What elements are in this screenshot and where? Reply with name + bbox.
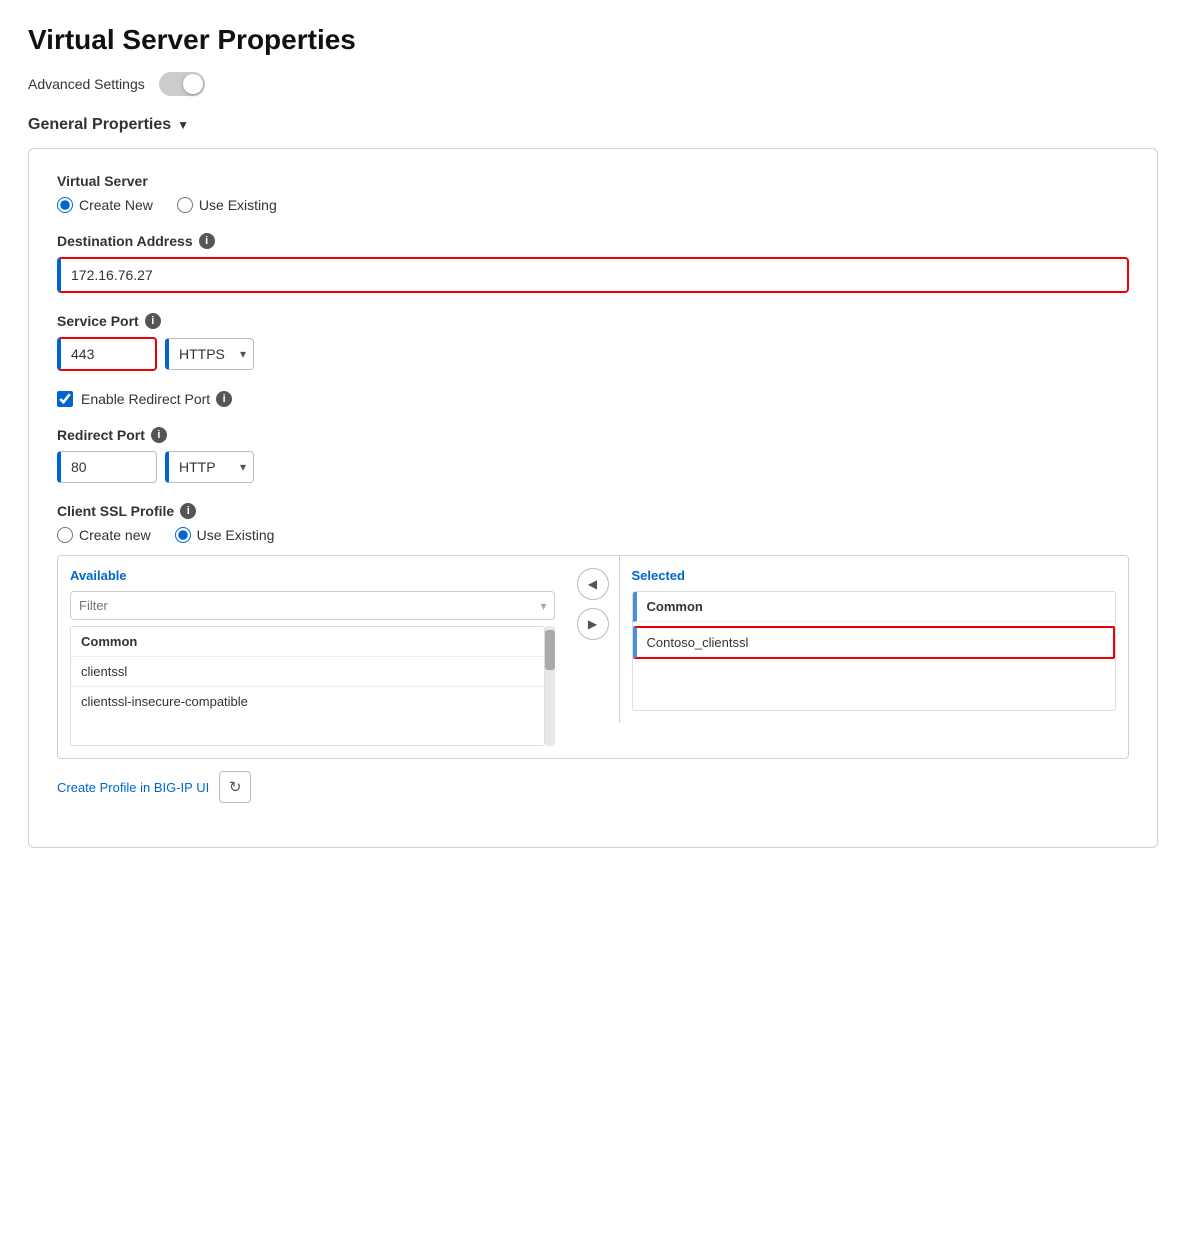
service-port-input[interactable] [57, 337, 157, 371]
virtual-server-create-new-option[interactable]: Create New [57, 197, 153, 213]
dual-list-container: Available ▾ Common clientssl clientssl-i… [57, 555, 1129, 759]
virtual-server-create-new-label: Create New [79, 197, 153, 213]
client-ssl-create-new-label: Create new [79, 527, 151, 543]
destination-address-info-icon[interactable]: i [199, 233, 215, 249]
available-list-box-wrapper: Common clientssl clientssl-insecure-comp… [70, 626, 555, 746]
client-ssl-label: Client SSL Profile i [57, 503, 1129, 519]
virtual-server-radio-group: Create New Use Existing [57, 197, 1129, 213]
transfer-right-button[interactable]: ▶ [577, 608, 609, 640]
create-profile-link[interactable]: Create Profile in BIG-IP UI [57, 780, 209, 795]
redirect-port-info-icon[interactable]: i [151, 427, 167, 443]
service-protocol-select[interactable]: HTTPS HTTP Other [165, 338, 254, 370]
right-arrow-icon: ▶ [588, 617, 597, 631]
general-properties-label: General Properties [28, 116, 171, 134]
service-port-field-group: Service Port i HTTPS HTTP Other [57, 313, 1129, 371]
virtual-server-create-new-radio[interactable] [57, 197, 73, 213]
advanced-settings-row: Advanced Settings [28, 72, 1158, 96]
filter-input[interactable] [70, 591, 555, 620]
service-protocol-select-wrapper: HTTPS HTTP Other [165, 338, 254, 370]
client-ssl-info-icon[interactable]: i [180, 503, 196, 519]
client-ssl-use-existing-label: Use Existing [197, 527, 275, 543]
list-item[interactable]: clientssl-insecure-compatible [71, 687, 544, 716]
enable-redirect-row: Enable Redirect Port i [57, 391, 1129, 407]
virtual-server-use-existing-radio[interactable] [177, 197, 193, 213]
filter-input-wrapper: ▾ [70, 591, 555, 620]
redirect-port-input[interactable] [57, 451, 157, 483]
transfer-buttons-group: ◀ ▶ [567, 556, 619, 652]
redirect-port-field-group: Redirect Port i HTTP HTTPS Other [57, 427, 1129, 483]
general-properties-chevron-icon[interactable]: ▼ [177, 118, 189, 132]
service-port-info-icon[interactable]: i [145, 313, 161, 329]
toggle-knob [183, 74, 203, 94]
page-title: Virtual Server Properties [28, 24, 1158, 56]
transfer-left-button[interactable]: ◀ [577, 568, 609, 600]
selected-group-header: Common [633, 592, 1116, 622]
list-item[interactable]: clientssl [71, 657, 544, 687]
client-ssl-use-existing-option[interactable]: Use Existing [175, 527, 275, 543]
available-scrollbar[interactable] [545, 626, 555, 746]
client-ssl-create-new-option[interactable]: Create new [57, 527, 151, 543]
available-list-box: Common clientssl clientssl-insecure-comp… [70, 626, 545, 746]
redirect-protocol-select[interactable]: HTTP HTTPS Other [165, 451, 254, 483]
left-arrow-icon: ◀ [588, 577, 597, 591]
redirect-port-label: Redirect Port i [57, 427, 1129, 443]
client-ssl-field-group: Client SSL Profile i Create new Use Exis… [57, 503, 1129, 803]
client-ssl-radio-group: Create new Use Existing [57, 527, 1129, 543]
destination-address-field-group: Destination Address i [57, 233, 1129, 293]
selected-item[interactable]: Contoso_clientssl [633, 626, 1116, 659]
virtual-server-use-existing-label: Use Existing [199, 197, 277, 213]
enable-redirect-checkbox[interactable] [57, 391, 73, 407]
service-port-label: Service Port i [57, 313, 1129, 329]
destination-address-input[interactable] [57, 257, 1129, 293]
selected-panel: Selected Common Contoso_clientssl [619, 556, 1129, 723]
service-port-row: HTTPS HTTP Other [57, 337, 1129, 371]
selected-list-box: Common Contoso_clientssl [632, 591, 1117, 711]
selected-label: Selected [632, 568, 1117, 583]
redirect-port-row: HTTP HTTPS Other [57, 451, 1129, 483]
available-label: Available [70, 568, 555, 583]
general-properties-header: General Properties ▼ [28, 116, 1158, 134]
refresh-icon: ↻ [229, 778, 242, 796]
virtual-server-use-existing-option[interactable]: Use Existing [177, 197, 277, 213]
main-card: Virtual Server Create New Use Existing D… [28, 148, 1158, 848]
virtual-server-field-group: Virtual Server Create New Use Existing [57, 173, 1129, 213]
filter-icon: ▾ [540, 599, 546, 613]
available-scrollbar-thumb [545, 630, 555, 670]
redirect-protocol-select-wrapper: HTTP HTTPS Other [165, 451, 254, 483]
refresh-button[interactable]: ↻ [219, 771, 251, 803]
bottom-row: Create Profile in BIG-IP UI ↻ [57, 771, 1129, 803]
enable-redirect-info-icon[interactable]: i [216, 391, 232, 407]
virtual-server-label: Virtual Server [57, 173, 1129, 189]
available-group-header: Common [71, 627, 544, 657]
advanced-settings-toggle[interactable] [159, 72, 205, 96]
enable-redirect-label: Enable Redirect Port i [81, 391, 232, 407]
client-ssl-create-new-radio[interactable] [57, 527, 73, 543]
client-ssl-use-existing-radio[interactable] [175, 527, 191, 543]
advanced-settings-label: Advanced Settings [28, 76, 145, 92]
destination-address-label: Destination Address i [57, 233, 1129, 249]
available-panel: Available ▾ Common clientssl clientssl-i… [58, 556, 567, 758]
